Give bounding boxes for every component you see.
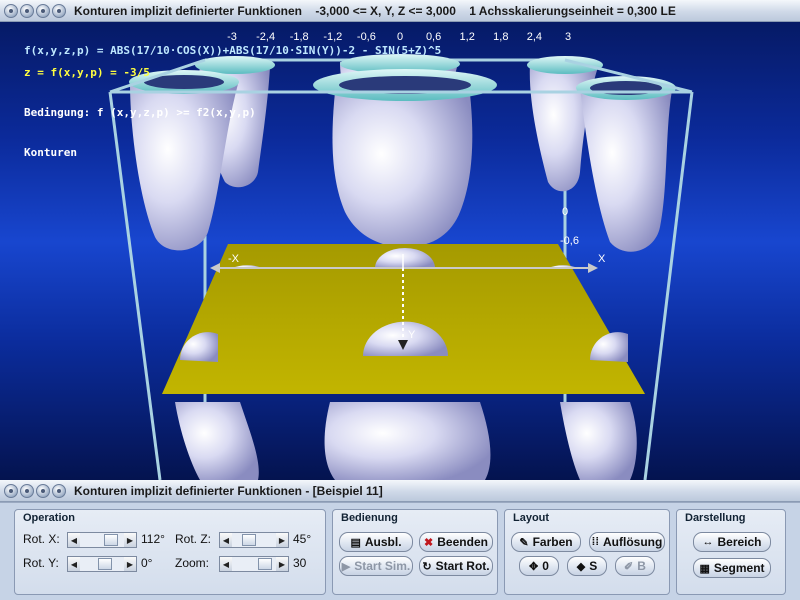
segment-button[interactable]: ▦ Segment: [693, 558, 771, 578]
darstellung-title: Darstellung: [685, 512, 746, 524]
formula-text: f(x,y,z,p) = ABS(17/10·COS(X))+ABS(17/10…: [24, 44, 442, 57]
range-button[interactable]: ↔ Bereich: [693, 532, 771, 552]
close-icon: ✖: [424, 536, 434, 549]
bedienung-group: Bedienung ▤ Ausbl. ✖ Beenden ▶ Start Sim. ↻…: [332, 509, 498, 595]
top-tick-label: 3: [565, 31, 571, 43]
panel-minimize-button[interactable]: [20, 483, 34, 498]
panel-maximize-button[interactable]: [36, 483, 50, 498]
arrow-right-icon[interactable]: ▶: [124, 533, 136, 547]
s-button[interactable]: ◆ S: [567, 556, 607, 576]
arrow-left-icon[interactable]: ◀: [220, 533, 232, 547]
rot-x-value: 112°: [141, 532, 165, 546]
table-icon: ▦: [699, 562, 710, 575]
arrow-left-icon[interactable]: ◀: [68, 533, 80, 547]
hide-button[interactable]: ▤ Ausbl.: [339, 532, 413, 552]
panel-close-button[interactable]: [52, 483, 66, 498]
range-icon: ↔: [702, 536, 714, 548]
rot-y-value: 0°: [141, 556, 153, 570]
mode-text: Konturen: [24, 146, 77, 159]
zoom-value: 30: [293, 556, 307, 570]
surface-lower: [175, 402, 637, 480]
operation-group: Operation Rot. X: ◀ ▶ 112° Rot. Z: ◀ ▶ 4…: [14, 509, 326, 595]
axis-label-y: Y: [408, 329, 416, 341]
window-menu-button[interactable]: [4, 3, 18, 18]
z-tick-neg-0-6: -0,6: [560, 235, 579, 247]
paint-bucket-icon: ◆: [576, 560, 586, 573]
operation-title: Operation: [23, 512, 75, 524]
layout-title: Layout: [513, 512, 550, 524]
grid-icon: ⁞⁞: [591, 536, 599, 548]
axis-label-x: X: [598, 253, 606, 265]
rot-x-label: Rot. X:: [23, 532, 60, 546]
zoom-label: Zoom:: [175, 556, 210, 570]
top-tick-labels: -3 -2,4 -1,8 -1,2 -0,6 0 0,6 1,2 1,8 2,4 3: [227, 31, 571, 43]
exit-button[interactable]: ✖ Beenden: [419, 532, 493, 552]
surface-upper-front: [129, 69, 676, 252]
z-equation-text: z = f(x,y,p) = -3/5: [24, 66, 150, 79]
start-rot-button[interactable]: ↻ Start Rot.: [419, 556, 493, 576]
3d-viewport[interactable]: -3 -2,4 -1,8 -1,2 -0,6 0 0,6 1,2 1,8 2,4 3 0 -0,6 …: [0, 22, 800, 480]
rot-y-slider[interactable]: ◀ ▶: [67, 556, 137, 572]
slider-thumb[interactable]: [98, 558, 112, 570]
slider-thumb[interactable]: [258, 558, 272, 570]
main-titlebar[interactable]: Konturen implizit definierter Funktionen…: [0, 0, 800, 22]
control-panel: Operation Rot. X: ◀ ▶ 112° Rot. Z: ◀ ▶ 4…: [0, 502, 800, 600]
slider-thumb[interactable]: [104, 534, 118, 546]
top-tick-label: 2,4: [527, 31, 542, 43]
b-button[interactable]: ✐ B: [615, 556, 655, 576]
play-icon: ▶: [341, 560, 351, 573]
top-tick-label: -1,2: [323, 31, 342, 43]
top-tick-label: 1,2: [460, 31, 475, 43]
panel-titlebar[interactable]: Konturen implizit definierter Funktionen…: [0, 480, 800, 502]
top-tick-label: 1,8: [493, 31, 508, 43]
main-window-title: Konturen implizit definierter Funktionen…: [74, 3, 676, 18]
darstellung-group: Darstellung ↔ Bereich ▦ Segment: [676, 509, 786, 595]
close-button[interactable]: [52, 3, 66, 18]
crosshair-icon: ✥: [529, 560, 539, 573]
rot-y-label: Rot. Y:: [23, 556, 59, 570]
slider-thumb[interactable]: [242, 534, 256, 546]
arrow-right-icon[interactable]: ▶: [276, 557, 288, 571]
rot-z-label: Rot. Z:: [175, 532, 212, 546]
hide-icon: ▤: [350, 536, 361, 549]
colors-button[interactable]: ✎ Farben: [511, 532, 581, 552]
top-tick-label: -2,4: [256, 31, 275, 43]
arrow-left-icon[interactable]: ◀: [220, 557, 232, 571]
top-tick-label: 0,6: [426, 31, 441, 43]
top-tick-label: -3: [227, 31, 237, 43]
axis-label-neg-x: -X: [228, 253, 240, 265]
maximize-button[interactable]: [36, 3, 50, 18]
start-sim-button[interactable]: ▶ Start Sim.: [339, 556, 413, 576]
panel-menu-button[interactable]: [4, 483, 18, 498]
top-tick-label: -1,8: [290, 31, 309, 43]
arrow-left-icon[interactable]: ◀: [68, 557, 80, 571]
layout-group: Layout ✎ Farben ⁞⁞ Auflösung ✥ 0 ◆ S ✐ B: [504, 509, 670, 595]
zoom-slider[interactable]: ◀ ▶: [219, 556, 289, 572]
origin-button[interactable]: ✥ 0: [519, 556, 559, 576]
rot-z-slider[interactable]: ◀ ▶: [219, 532, 289, 548]
rotate-icon: ↻: [422, 560, 432, 573]
top-tick-label: 0: [397, 31, 403, 43]
arrow-right-icon[interactable]: ▶: [276, 533, 288, 547]
arrow-right-icon[interactable]: ▶: [124, 557, 136, 571]
resolution-button[interactable]: ⁞⁞ Auflösung: [589, 532, 665, 552]
rot-x-slider[interactable]: ◀ ▶: [67, 532, 137, 548]
z-tick-0: 0: [562, 206, 568, 218]
paint-brush-icon: ✎: [519, 536, 529, 549]
condition-text: Bedingung: f (x,y,z,p) >= f2(x,y,p): [24, 106, 256, 119]
brush-icon: ✐: [624, 560, 634, 573]
bedienung-title: Bedienung: [341, 512, 398, 524]
top-tick-label: -0,6: [357, 31, 376, 43]
rot-z-value: 45°: [293, 532, 312, 546]
panel-window-title: Konturen implizit definierter Funktionen…: [74, 483, 383, 498]
minimize-button[interactable]: [20, 3, 34, 18]
